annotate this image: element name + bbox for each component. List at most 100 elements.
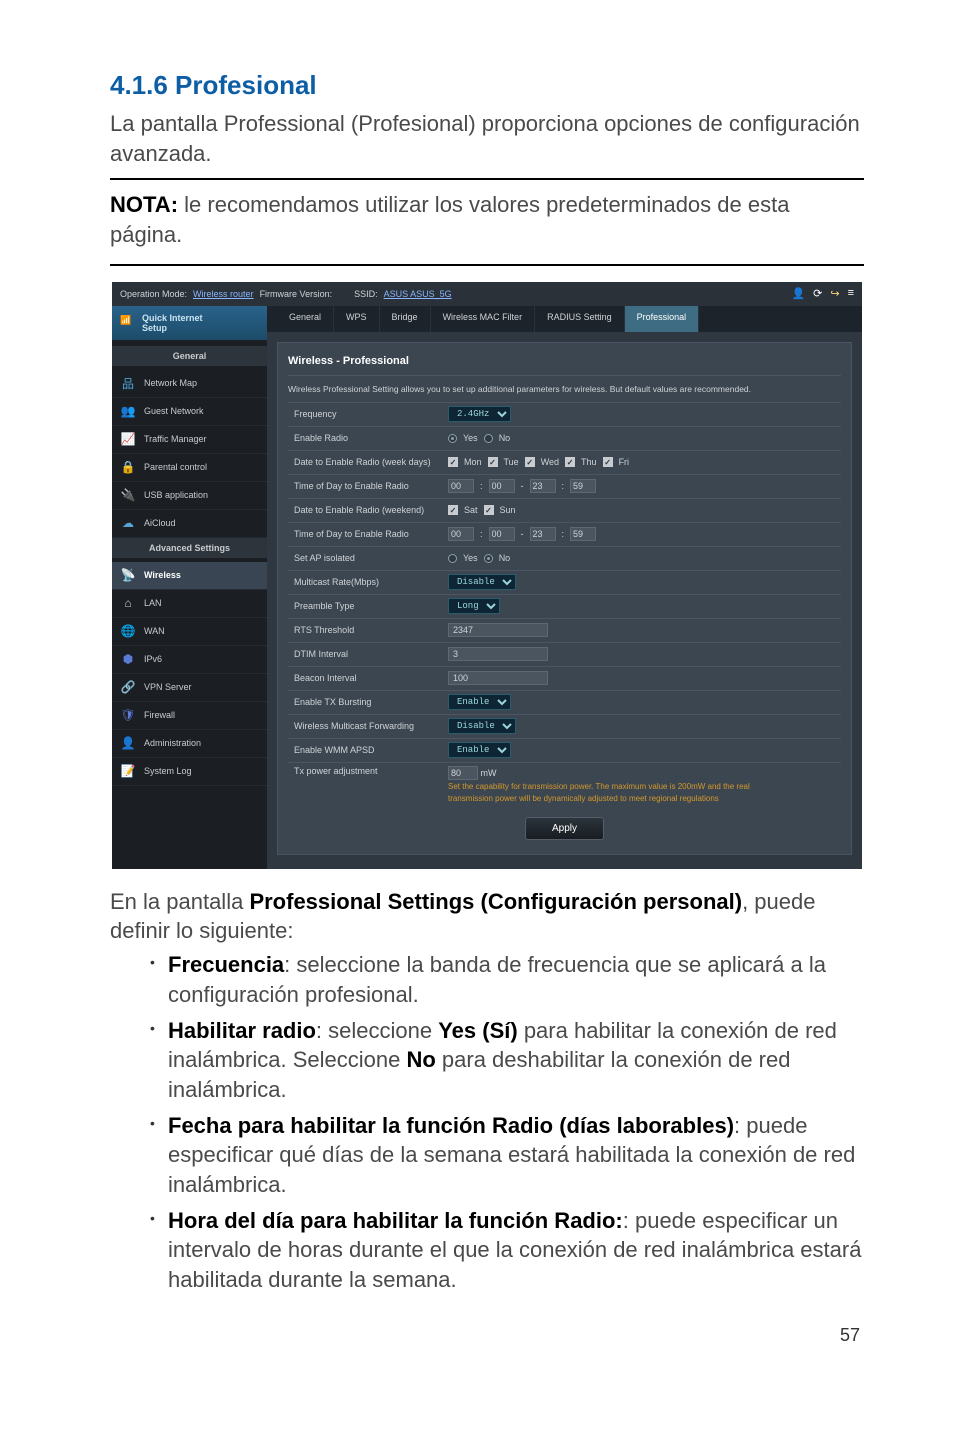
cb-wed[interactable]: ✓ bbox=[525, 457, 535, 467]
cb-fri[interactable]: ✓ bbox=[603, 457, 613, 467]
set-ap-label: Set AP isolated bbox=[288, 553, 448, 563]
nav-administration[interactable]: 👤Administration bbox=[112, 730, 267, 758]
t1-h1[interactable] bbox=[448, 479, 474, 493]
nav-lan[interactable]: ⌂LAN bbox=[112, 590, 267, 618]
network-map-icon: 品 bbox=[120, 375, 136, 391]
admin-icon: 👤 bbox=[120, 735, 136, 751]
note-text: le recomendamos utilizar los valores pre… bbox=[110, 192, 789, 247]
tab-mac-filter[interactable]: Wireless MAC Filter bbox=[431, 306, 536, 332]
vpn-icon: 🔗 bbox=[120, 679, 136, 695]
cb-tue[interactable]: ✓ bbox=[488, 457, 498, 467]
lock-icon: 🔒 bbox=[120, 459, 136, 475]
ssid-value[interactable]: ASUS ASUS_5G bbox=[384, 289, 452, 299]
tab-radius[interactable]: RADIUS Setting bbox=[535, 306, 625, 332]
cb-sat[interactable]: ✓ bbox=[448, 505, 458, 515]
bullet-time-of-day: Hora del día para habilitar la función R… bbox=[150, 1206, 864, 1295]
rts-label: RTS Threshold bbox=[288, 625, 448, 635]
date-week-label: Date to Enable Radio (week days) bbox=[288, 457, 448, 467]
menu-icon[interactable]: ≡ bbox=[848, 287, 854, 300]
router-screenshot: Operation Mode: Wireless router Firmware… bbox=[112, 282, 862, 869]
preamble-label: Preamble Type bbox=[288, 601, 448, 611]
content-area: General WPS Bridge Wireless MAC Filter R… bbox=[267, 306, 862, 869]
nav-system-log[interactable]: 📝System Log bbox=[112, 758, 267, 786]
cloud-icon: ☁ bbox=[120, 515, 136, 531]
panel-professional: Wireless - Professional Wireless Profess… bbox=[277, 342, 852, 855]
ipv6-icon: ⬢ bbox=[120, 651, 136, 667]
beacon-label: Beacon Interval bbox=[288, 673, 448, 683]
firewall-icon: 🛡 bbox=[120, 707, 136, 723]
sidebar: 📶 Quick InternetSetup General 品Network M… bbox=[112, 306, 267, 869]
cb-sun[interactable]: ✓ bbox=[484, 505, 494, 515]
op-mode-label: Operation Mode: bbox=[120, 289, 187, 299]
tab-general[interactable]: General bbox=[277, 306, 334, 332]
bullet-frequency: Frecuencia: seleccione la banda de frecu… bbox=[150, 950, 864, 1009]
txpow-note2: transmission power will be dynamically a… bbox=[448, 794, 841, 804]
tab-professional[interactable]: Professional bbox=[625, 306, 700, 332]
multicast-select[interactable]: Disable bbox=[448, 574, 516, 590]
bullet-enable-radio: Habilitar radio: seleccione Yes (Sí) par… bbox=[150, 1016, 864, 1105]
enable-radio-no[interactable] bbox=[484, 434, 493, 443]
ap-no[interactable] bbox=[484, 554, 493, 563]
traffic-icon: 📈 bbox=[120, 431, 136, 447]
txpow-label: Tx power adjustment bbox=[288, 766, 448, 776]
wmf-label: Wireless Multicast Forwarding bbox=[288, 721, 448, 731]
reboot-icon[interactable]: ⟳ bbox=[813, 287, 822, 300]
logout-icon[interactable]: ↪ bbox=[830, 287, 839, 300]
wireless-icon: 📡 bbox=[120, 567, 136, 583]
nav-wireless[interactable]: 📡Wireless bbox=[112, 562, 267, 590]
cb-thu[interactable]: ✓ bbox=[565, 457, 575, 467]
note-box: NOTA: le recomendamos utilizar los valor… bbox=[110, 178, 864, 265]
txpow-input[interactable] bbox=[448, 766, 478, 780]
freq-select[interactable]: 2.4GHz bbox=[448, 406, 511, 422]
freq-label: Frequency bbox=[288, 409, 448, 419]
ap-yes[interactable] bbox=[448, 554, 457, 563]
nav-usb-application[interactable]: 🔌USB application bbox=[112, 482, 267, 510]
nav-firewall[interactable]: 🛡Firewall bbox=[112, 702, 267, 730]
beacon-input[interactable] bbox=[448, 671, 548, 685]
txburst-select[interactable]: Enable bbox=[448, 694, 511, 710]
page-number: 57 bbox=[110, 1325, 864, 1346]
t1-m2[interactable] bbox=[570, 479, 596, 493]
nav-guest-network[interactable]: 👥Guest Network bbox=[112, 398, 267, 426]
time-week-label: Time of Day to Enable Radio bbox=[288, 481, 448, 491]
sidebar-section-general: General bbox=[112, 346, 267, 366]
enable-radio-label: Enable Radio bbox=[288, 433, 448, 443]
user-icon[interactable]: 👤 bbox=[791, 287, 805, 300]
op-mode-value[interactable]: Wireless router bbox=[193, 289, 254, 299]
panel-desc: Wireless Professional Setting allows you… bbox=[288, 384, 841, 394]
apply-button[interactable]: Apply bbox=[525, 817, 604, 840]
nav-network-map[interactable]: 品Network Map bbox=[112, 370, 267, 398]
cb-mon[interactable]: ✓ bbox=[448, 457, 458, 467]
t2-h2[interactable] bbox=[530, 527, 556, 541]
t1-h2[interactable] bbox=[530, 479, 556, 493]
multicast-label: Multicast Rate(Mbps) bbox=[288, 577, 448, 587]
section-heading: 4.1.6 Profesional bbox=[110, 70, 864, 101]
tab-wps[interactable]: WPS bbox=[334, 306, 380, 332]
wan-icon: 🌐 bbox=[120, 623, 136, 639]
body-intro: En la pantalla Professional Settings (Co… bbox=[110, 887, 864, 946]
nav-traffic-manager[interactable]: 📈Traffic Manager bbox=[112, 426, 267, 454]
nav-vpn-server[interactable]: 🔗VPN Server bbox=[112, 674, 267, 702]
rts-input[interactable] bbox=[448, 623, 548, 637]
nav-ipv6[interactable]: ⬢IPv6 bbox=[112, 646, 267, 674]
wmf-select[interactable]: Disable bbox=[448, 718, 516, 734]
preamble-select[interactable]: Long bbox=[448, 598, 500, 614]
nav-aicloud[interactable]: ☁AiCloud bbox=[112, 510, 267, 538]
time-weekend-label: Time of Day to Enable Radio bbox=[288, 529, 448, 539]
nav-wan[interactable]: 🌐WAN bbox=[112, 618, 267, 646]
tab-bridge[interactable]: Bridge bbox=[380, 306, 431, 332]
txpow-note1: Set the capability for transmission powe… bbox=[448, 782, 841, 792]
bullet-date-weekdays: Fecha para habilitar la función Radio (d… bbox=[150, 1111, 864, 1200]
dtim-input[interactable] bbox=[448, 647, 548, 661]
enable-radio-yes[interactable] bbox=[448, 434, 457, 443]
nav-parental-control[interactable]: 🔒Parental control bbox=[112, 454, 267, 482]
date-weekend-label: Date to Enable Radio (weekend) bbox=[288, 505, 448, 515]
wmm-select[interactable]: Enable bbox=[448, 742, 511, 758]
t2-m1[interactable] bbox=[489, 527, 515, 541]
quick-internet-setup[interactable]: 📶 Quick InternetSetup bbox=[112, 306, 267, 340]
t1-m1[interactable] bbox=[489, 479, 515, 493]
t2-m2[interactable] bbox=[570, 527, 596, 541]
top-info-bar: Operation Mode: Wireless router Firmware… bbox=[112, 282, 862, 306]
usb-icon: 🔌 bbox=[120, 487, 136, 503]
t2-h1[interactable] bbox=[448, 527, 474, 541]
